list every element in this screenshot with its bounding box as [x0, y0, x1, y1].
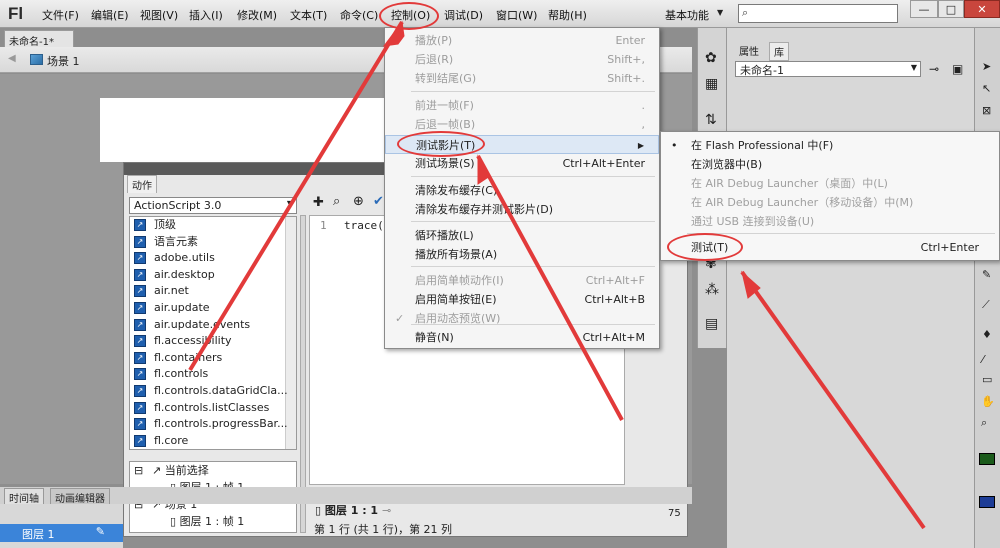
- annotation-arrows: [188, 20, 926, 530]
- highlight-control-menu: [379, 2, 439, 30]
- arrow-to-test-movie: [476, 155, 624, 421]
- arrow-to-control-menu: [188, 20, 404, 372]
- arrow-to-test: [740, 270, 926, 530]
- highlight-test-movie: [397, 131, 485, 157]
- arrowhead-icon: [477, 154, 491, 185]
- highlight-test: [667, 233, 743, 261]
